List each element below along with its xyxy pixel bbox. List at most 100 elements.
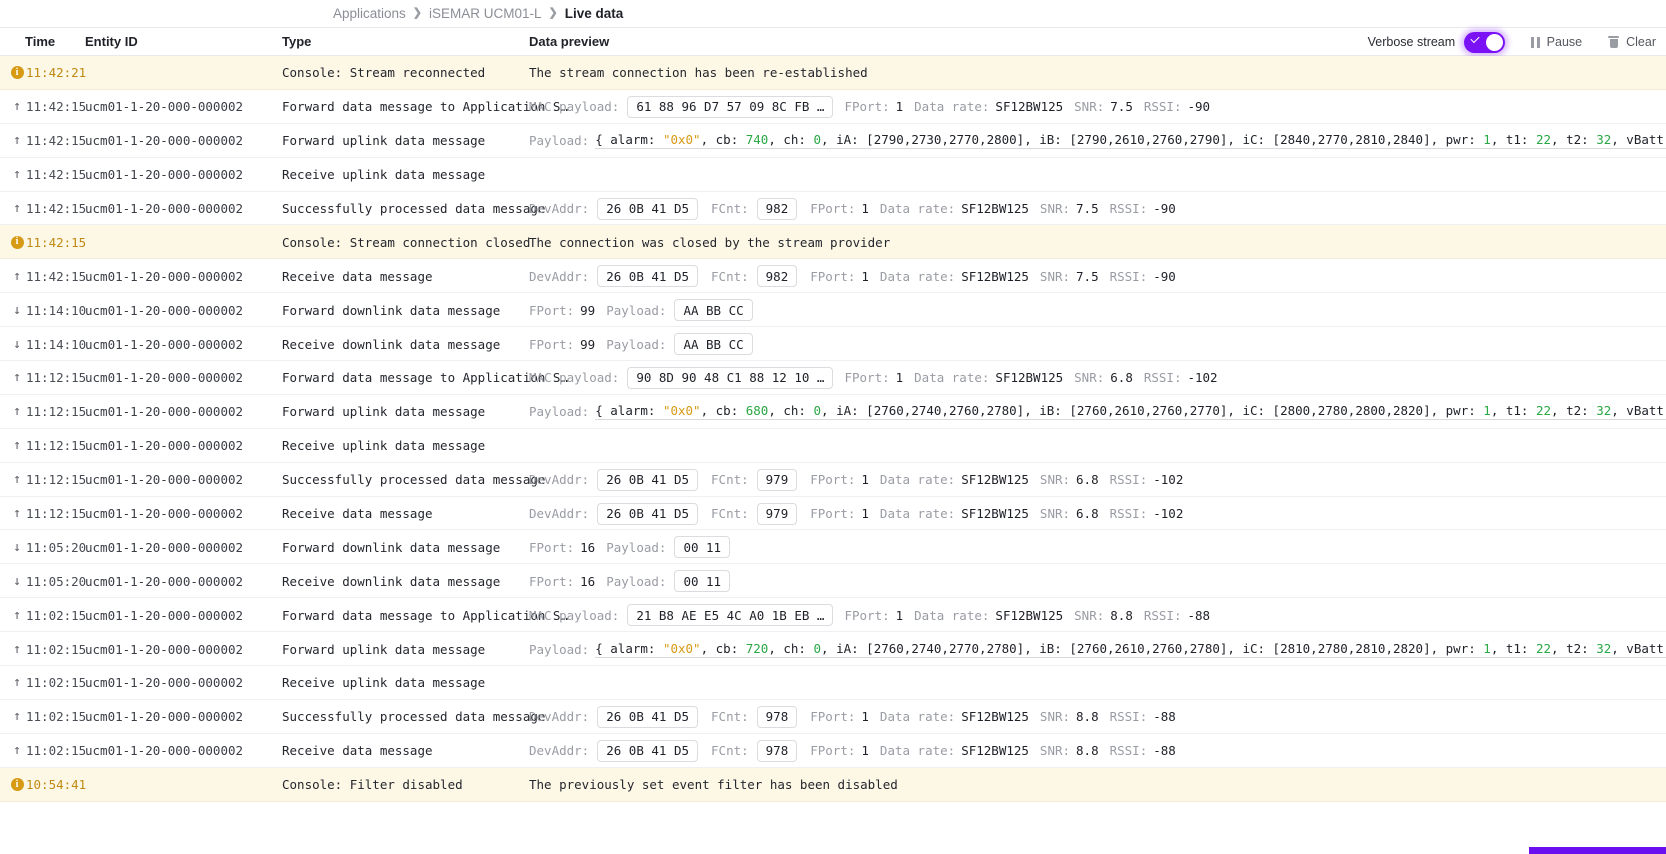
breadcrumb-item-applications[interactable]: Applications — [333, 6, 406, 21]
devaddr-chip: 26 0B 41 D5 — [597, 705, 699, 728]
row-time: 11:42:15 — [26, 192, 86, 226]
arrow-down-icon: ↓ — [13, 302, 21, 318]
arrow-up-icon: ↑ — [13, 99, 21, 115]
preview-field-value: SF12BW125 — [995, 607, 1064, 623]
table-row[interactable]: ↑ 11:42:15 ucm01-1-20-000-000002 Forward up… — [0, 123, 1666, 158]
row-entity-id-label: ucm01-1-20-000-000002 — [85, 539, 244, 555]
row-entity-id-label: ucm01-1-20-000-000002 — [85, 675, 244, 691]
row-type-label: Receive uplink data message — [282, 438, 486, 454]
console-message: The previously set event filter has been… — [529, 777, 898, 793]
preview-field-value: -88 — [1153, 709, 1176, 725]
row-data-preview: FPort: 16 Payload: 00 11 — [529, 564, 1666, 598]
arrow-up-icon: ↑ — [13, 641, 21, 657]
clear-button[interactable]: Clear — [1608, 35, 1656, 49]
preview-field: FPort: 1 — [810, 269, 869, 284]
row-entity-id-label: ucm01-1-20-000-000002 — [85, 336, 244, 352]
row-time-label: 11:02:15 — [26, 675, 87, 691]
row-type-label: Successfully processed data message — [282, 709, 546, 725]
horizontal-scrollbar[interactable] — [0, 847, 1666, 854]
preview-field: Data rate: SF12BW125 — [880, 506, 1029, 521]
row-type: Successfully processed data message — [282, 463, 545, 497]
row-time: 11:02:15 — [26, 598, 86, 632]
breadcrumb-item-application[interactable]: iSEMAR UCM01-L — [429, 6, 542, 21]
devaddr-chip: 26 0B 41 D5 — [597, 265, 699, 288]
payload-label: Payload: — [529, 641, 590, 657]
table-row[interactable]: ↑ 11:02:15 ucm01-1-20-000-000002 Receive up… — [0, 666, 1666, 700]
preview-field-label: SNR: — [1039, 709, 1071, 725]
row-entity-id: ucm01-1-20-000-000002 — [85, 293, 243, 327]
breadcrumb-current: Live data — [564, 6, 624, 21]
row-data-preview: DevAddr: 26 0B 41 D5 FCnt: 982 FPort: 1 Data r… — [529, 259, 1666, 293]
verbose-stream-toggle[interactable] — [1464, 31, 1506, 53]
pause-button[interactable]: Pause — [1531, 35, 1582, 49]
table-row[interactable]: ↑ 11:42:15 ucm01-1-20-000-000002 Receive da… — [0, 259, 1666, 294]
table-row[interactable]: ↓ 11:05:20 ucm01-1-20-000-000002 Receive do… — [0, 564, 1666, 599]
arrow-up-icon: ↑ — [13, 472, 21, 488]
row-entity-id: ucm01-1-20-000-000002 — [85, 632, 243, 666]
row-time-label: 11:42:15 — [26, 133, 87, 149]
breadcrumb: Applications ❯ iSEMAR UCM01-L ❯ Live dat… — [0, 0, 1666, 27]
table-row[interactable]: i 11:42:21 Console: Stream reconnected The … — [0, 56, 1666, 90]
row-data-preview: DevAddr: 26 0B 41 D5 FCnt: 978 FPort: 1 Data r… — [529, 700, 1666, 734]
fcnt-chip: 978 — [756, 739, 798, 762]
table-row[interactable]: ↓ 11:05:20 ucm01-1-20-000-000002 Forward do… — [0, 530, 1666, 565]
preview-field: RSSI: -88 — [1144, 608, 1210, 623]
table-row[interactable]: ↓ 11:14:10 ucm01-1-20-000-000002 Receive do… — [0, 327, 1666, 362]
table-row[interactable]: ↑ 11:12:15 ucm01-1-20-000-000002 Receive up… — [0, 428, 1666, 463]
row-type-label: Forward data message to Application S… — [282, 370, 568, 386]
row-type: Forward downlink data message — [282, 530, 500, 564]
preview-field: Data rate: SF12BW125 — [914, 370, 1063, 385]
row-entity-id: ucm01-1-20-000-000002 — [85, 497, 243, 531]
table-row[interactable]: i 11:42:15 Console: Stream connection clos… — [0, 225, 1666, 260]
arrow-up-icon: ↑ — [13, 438, 21, 454]
row-type-label: Receive data message — [282, 268, 433, 284]
row-entity-id: ucm01-1-20-000-000002 — [85, 259, 243, 293]
row-type-label: Console: Stream reconnected — [282, 65, 486, 81]
devaddr-chip: 26 0B 41 D5 — [597, 502, 699, 525]
preview-field: SNR: 7.5 — [1040, 201, 1099, 216]
arrow-down-icon: ↓ — [13, 539, 21, 555]
breadcrumb-separator-icon: ❯ — [412, 7, 423, 19]
row-entity-id: ucm01-1-20-000-000002 — [85, 158, 243, 192]
row-time-label: 11:14:10 — [26, 336, 87, 352]
table-row[interactable]: ↑ 11:12:15 ucm01-1-20-000-000002 Receive da… — [0, 496, 1666, 531]
table-row[interactable]: ↑ 11:12:15 ucm01-1-20-000-000002 Successful… — [0, 462, 1666, 497]
payload-chip: 00 11 — [674, 536, 731, 559]
row-direction: ↑ — [8, 429, 26, 463]
table-row[interactable]: ↑ 11:02:15 ucm01-1-20-000-000002 Forward up… — [0, 632, 1666, 667]
row-data-preview: FPort: 99 Payload: AA BB CC — [529, 293, 1666, 327]
devaddr-chip: 26 0B 41 D5 — [597, 739, 699, 762]
scrollbar-thumb[interactable] — [1529, 847, 1666, 854]
table-row[interactable]: ↑ 11:42:15 ucm01-1-20-000-000002 Successful… — [0, 191, 1666, 226]
table-row[interactable]: ↓ 11:14:10 ucm01-1-20-000-000002 Forward do… — [0, 293, 1666, 328]
row-direction: i — [8, 225, 26, 259]
table-row[interactable]: ↑ 11:02:15 ucm01-1-20-000-000002 Forward da… — [0, 598, 1666, 633]
mac-payload-chip: 61 88 96 D7 57 09 8C FB … — [627, 95, 834, 118]
preview-field-label: RSSI: — [1109, 506, 1148, 522]
row-data-preview — [529, 429, 1666, 463]
row-entity-id-label: ucm01-1-20-000-000002 — [85, 472, 244, 488]
row-entity-id: ucm01-1-20-000-000002 — [85, 90, 243, 124]
table-row[interactable]: ↑ 11:12:15 ucm01-1-20-000-000002 Forward up… — [0, 394, 1666, 429]
row-data-preview: MAC payload: 90 8D 90 48 C1 88 12 10 … FPo… — [529, 361, 1666, 395]
preview-field: FPort: 1 — [810, 709, 869, 724]
table-row[interactable]: ↑ 11:42:15 ucm01-1-20-000-000002 Forward da… — [0, 89, 1666, 124]
arrow-up-icon: ↑ — [13, 370, 21, 386]
preview-field-value: 8.8 — [1076, 743, 1099, 759]
preview-field: RSSI: -90 — [1110, 269, 1176, 284]
row-time-label: 11:12:15 — [26, 506, 87, 522]
table-row[interactable]: ↑ 11:02:15 ucm01-1-20-000-000002 Receive da… — [0, 733, 1666, 768]
preview-field-value: -88 — [1187, 607, 1211, 623]
fport-value: 99 — [580, 336, 596, 352]
payload-label: Payload: — [606, 539, 667, 555]
table-row[interactable]: ↑ 11:12:15 ucm01-1-20-000-000002 Forward da… — [0, 361, 1666, 395]
payload-label: Payload: — [529, 404, 590, 420]
table-row[interactable]: ↑ 11:42:15 ucm01-1-20-000-000002 Receive up… — [0, 157, 1666, 192]
fcnt-chip: 978 — [756, 705, 798, 728]
row-time-label: 11:02:15 — [26, 607, 87, 623]
table-row[interactable]: i 10:54:41 Console: Filter disabled The pre… — [0, 767, 1666, 802]
table-row[interactable]: ↑ 11:02:15 ucm01-1-20-000-000002 Successful… — [0, 699, 1666, 734]
row-entity-id: ucm01-1-20-000-000002 — [85, 429, 243, 463]
row-data-preview: Payload: { alarm: "0x0", cb: 740, ch: 0, … — [529, 124, 1666, 158]
row-type: Forward data message to Application S… — [282, 598, 568, 632]
